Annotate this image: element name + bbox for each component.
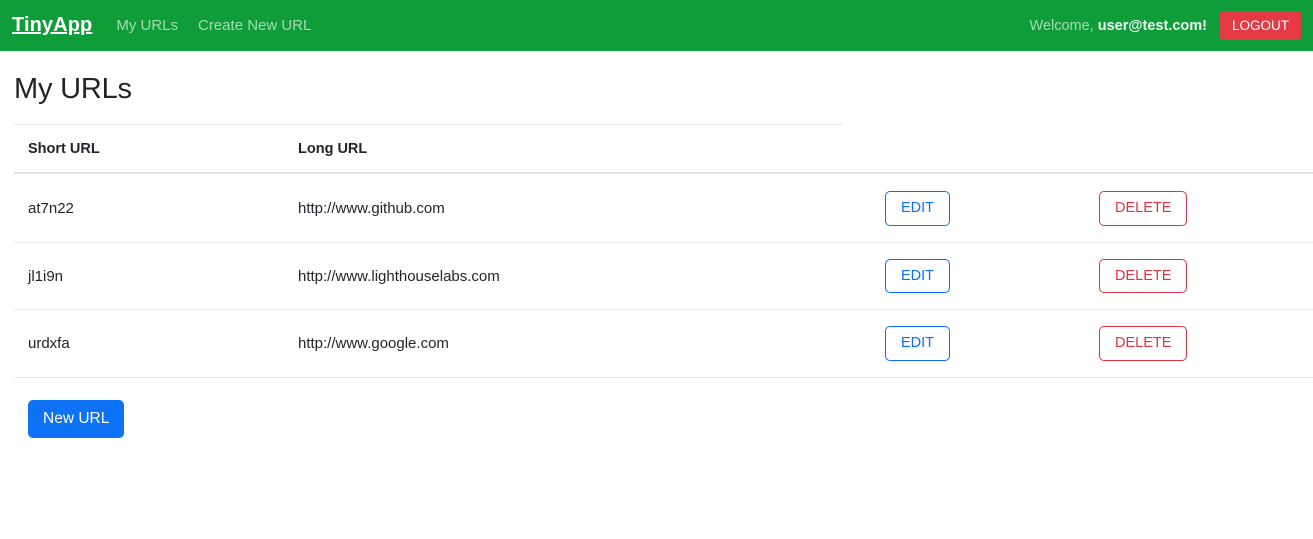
- logout-button[interactable]: LOGOUT: [1219, 10, 1301, 41]
- column-header-long-url: Long URL: [284, 125, 871, 174]
- edit-button[interactable]: EDIT: [885, 258, 951, 294]
- cell-edit: EDIT: [871, 309, 1085, 379]
- cell-long-url: http://www.lighthouselabs.com: [284, 242, 871, 311]
- cell-short-url[interactable]: at7n22: [14, 173, 284, 243]
- table-row: urdxfa http://www.google.com EDIT DELETE: [14, 309, 1313, 379]
- new-url-button[interactable]: New URL: [28, 400, 125, 438]
- delete-button[interactable]: DELETE: [1099, 191, 1188, 226]
- delete-button[interactable]: DELETE: [1099, 326, 1188, 362]
- cell-delete: DELETE: [1085, 242, 1313, 311]
- urls-table-head: Short URL Long URL: [14, 125, 1313, 174]
- table-row: at7n22 http://www.github.com EDIT DELETE: [14, 173, 1313, 243]
- cell-short-url[interactable]: jl1i9n: [14, 242, 284, 311]
- nav-link-create-new-url[interactable]: Create New URL: [198, 17, 311, 34]
- edit-button[interactable]: EDIT: [885, 326, 951, 362]
- cell-edit: EDIT: [871, 242, 1085, 311]
- urls-table-body: at7n22 http://www.github.com EDIT DELETE…: [14, 173, 1313, 379]
- delete-button[interactable]: DELETE: [1099, 258, 1188, 294]
- welcome-prefix: Welcome,: [1029, 17, 1094, 34]
- navbar-right: Welcome, user@test.com! LOGOUT: [1030, 10, 1301, 41]
- main-content: My URLs Short URL Long URL at7n22 http:/…: [0, 73, 1313, 438]
- column-header-edit: [871, 125, 1085, 174]
- cell-short-url[interactable]: urdxfa: [14, 309, 284, 379]
- nav-link-my-urls[interactable]: My URLs: [116, 17, 178, 34]
- welcome-message: Welcome, user@test.com!: [1030, 18, 1207, 34]
- cell-delete: DELETE: [1085, 309, 1313, 379]
- column-header-delete: [1085, 125, 1313, 174]
- page-title: My URLs: [14, 73, 132, 105]
- nav-links: My URLs Create New URL: [116, 17, 311, 34]
- brand-logo[interactable]: TinyApp: [12, 14, 92, 37]
- cell-delete: DELETE: [1085, 173, 1313, 243]
- cell-long-url: http://www.google.com: [284, 309, 871, 379]
- edit-button[interactable]: EDIT: [885, 191, 951, 226]
- urls-table: Short URL Long URL at7n22 http://www.git…: [14, 125, 1313, 379]
- cell-edit: EDIT: [871, 173, 1085, 243]
- navbar: TinyApp My URLs Create New URL Welcome, …: [0, 0, 1313, 51]
- new-url-action-area: New URL: [14, 378, 1299, 438]
- table-header-row: Short URL Long URL: [14, 125, 1313, 174]
- user-email: user@test.com!: [1097, 17, 1207, 34]
- column-header-short-url: Short URL: [14, 125, 284, 174]
- cell-long-url: http://www.github.com: [284, 173, 871, 243]
- table-row: jl1i9n http://www.lighthouselabs.com EDI…: [14, 242, 1313, 311]
